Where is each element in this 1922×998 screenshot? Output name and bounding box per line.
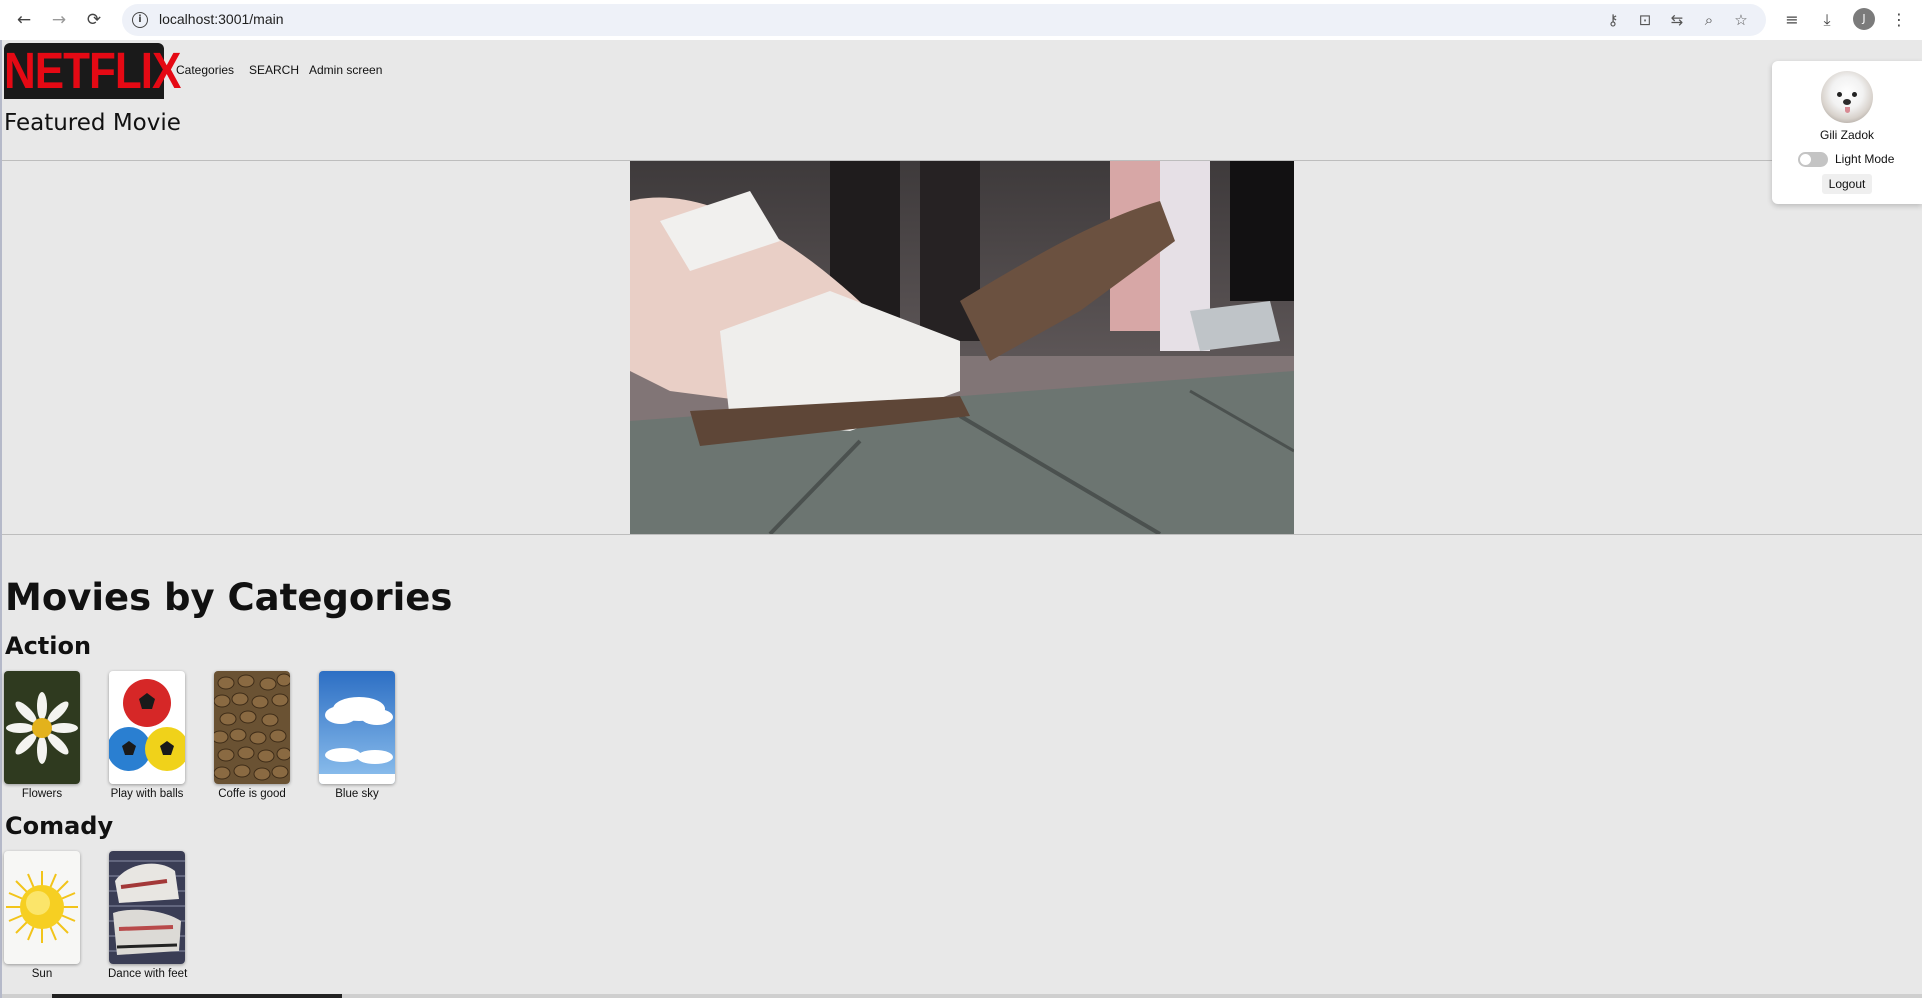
- movie-title: Sun: [31, 968, 53, 980]
- movie-card-flowers[interactable]: Flowers: [3, 671, 81, 800]
- more-menu-icon[interactable]: ⋮: [1887, 8, 1911, 32]
- nav-link-search[interactable]: SEARCH: [249, 63, 299, 77]
- logout-button[interactable]: Logout: [1822, 174, 1872, 194]
- logo-text: NETFLIX: [4, 43, 181, 100]
- daisy-flower-image: [4, 671, 80, 784]
- movie-card-blue-sky[interactable]: Blue sky: [318, 671, 396, 800]
- page-content: NETFLIX Categories SEARCH Admin screen F…: [0, 40, 1922, 998]
- light-mode-toggle[interactable]: [1798, 152, 1828, 167]
- light-mode-label: Light Mode: [1835, 152, 1895, 166]
- movie-title: Coffe is good: [218, 788, 286, 800]
- movie-card-play-with-balls[interactable]: Play with balls: [108, 671, 186, 800]
- download-icon[interactable]: ⤓: [1815, 8, 1839, 32]
- browser-profile-avatar[interactable]: J: [1853, 8, 1875, 30]
- sun-image: [4, 851, 80, 964]
- movie-card-dance-with-feet[interactable]: Dance with feet: [108, 851, 188, 980]
- category-name-action: Action: [5, 632, 92, 660]
- user-avatar: [1821, 71, 1873, 123]
- sky-clouds-image: [319, 671, 395, 784]
- address-bar[interactable]: i localhost:3001/main ⚷ ⊡ ⇆ ⌕ ☆: [122, 4, 1766, 36]
- movie-title: Dance with feet: [108, 968, 188, 980]
- sneakers-image: [109, 851, 185, 964]
- featured-video-frame: [630, 161, 1294, 534]
- featured-section: [2, 160, 1922, 535]
- reading-list-icon[interactable]: ≡: [1780, 8, 1804, 32]
- back-icon[interactable]: ←: [12, 8, 36, 32]
- password-key-icon[interactable]: ⚷: [1602, 10, 1624, 30]
- coffee-beans-image: [214, 671, 290, 784]
- bookmark-star-icon[interactable]: ☆: [1730, 10, 1752, 30]
- zoom-icon[interactable]: ⌕: [1698, 10, 1720, 30]
- movie-card-sun[interactable]: Sun: [3, 851, 81, 980]
- featured-video[interactable]: [630, 161, 1294, 534]
- avatar-eye: [1837, 92, 1842, 97]
- translate-icon[interactable]: ⇆: [1666, 10, 1688, 30]
- install-app-icon[interactable]: ⊡: [1634, 10, 1656, 30]
- browser-toolbar: ← → ⟳ i localhost:3001/main ⚷ ⊡ ⇆ ⌕ ☆ ≡ …: [0, 0, 1922, 40]
- movie-poster[interactable]: [319, 671, 395, 784]
- movie-title: Play with balls: [110, 788, 184, 800]
- movie-poster[interactable]: [109, 851, 185, 964]
- reload-icon[interactable]: ⟳: [82, 8, 106, 32]
- three-balls-image: [109, 671, 185, 784]
- user-name: Gili Zadok: [1819, 128, 1875, 142]
- categories-heading: Movies by Categories: [5, 576, 453, 619]
- forward-icon[interactable]: →: [47, 8, 71, 32]
- movie-poster[interactable]: [214, 671, 290, 784]
- movie-poster[interactable]: [109, 671, 185, 784]
- avatar-tongue: [1845, 107, 1850, 113]
- featured-title: Featured Movie: [4, 110, 181, 136]
- avatar-eye: [1852, 92, 1857, 97]
- top-navigation: NETFLIX Categories SEARCH Admin screen: [2, 40, 1922, 100]
- movie-poster[interactable]: [4, 851, 80, 964]
- nav-link-admin[interactable]: Admin screen: [309, 63, 382, 77]
- nav-link-categories[interactable]: Categories: [176, 63, 234, 77]
- profile-menu: Gili Zadok Light Mode Logout: [1772, 61, 1922, 204]
- movie-poster[interactable]: [4, 671, 80, 784]
- address-url[interactable]: localhost:3001/main: [159, 11, 284, 27]
- movie-card-coffe-is-good[interactable]: Coffe is good: [213, 671, 291, 800]
- site-info-icon[interactable]: i: [132, 12, 148, 28]
- scrollbar-thumb[interactable]: [52, 994, 342, 998]
- category-name-comady: Comady: [5, 812, 114, 840]
- movie-title: Flowers: [21, 788, 63, 800]
- netflix-logo[interactable]: NETFLIX: [4, 43, 181, 100]
- avatar-nose: [1843, 99, 1851, 105]
- movie-title: Blue sky: [335, 788, 379, 800]
